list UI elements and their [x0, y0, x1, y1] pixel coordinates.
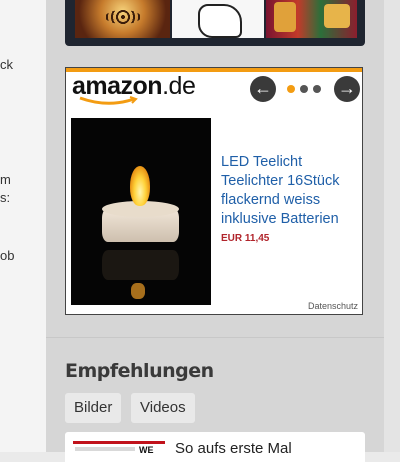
- privacy-link[interactable]: Datenschutz: [308, 301, 358, 311]
- main-content-edge: ck m s: ob: [0, 0, 47, 452]
- gallery-thumbnail[interactable]: [172, 0, 264, 38]
- amazon-logo-tld: .de: [162, 72, 196, 100]
- carousel-prev-button[interactable]: ←: [250, 76, 276, 102]
- carousel-next-button[interactable]: →: [334, 76, 360, 102]
- product-price: EUR 11,45: [221, 233, 270, 244]
- text-fragment: m: [0, 172, 11, 187]
- article-title[interactable]: So aufs erste Mal: [175, 440, 292, 457]
- amazon-smile-icon: [79, 96, 138, 105]
- product-title-link[interactable]: LED Teelicht Teelichter 16Stück flackern…: [221, 153, 361, 229]
- gallery-thumbnail[interactable]: [75, 0, 170, 38]
- product-image[interactable]: [71, 118, 211, 305]
- text-fragment: ck: [0, 57, 13, 72]
- article-thumbnail: WE: [73, 441, 165, 460]
- page-margin: [384, 0, 400, 452]
- text-fragment: s:: [0, 190, 11, 205]
- amazon-ad-widget: amazon.de ← → LED Teelicht Teelichter 16…: [65, 67, 363, 315]
- flame-icon: [130, 166, 150, 206]
- arrow-right-icon: →: [338, 78, 356, 98]
- arrow-left-icon: ←: [254, 78, 272, 98]
- carousel-dot[interactable]: [313, 85, 321, 93]
- tab-videos[interactable]: Videos: [131, 393, 195, 423]
- recommendations-heading: Empfehlungen: [65, 360, 214, 382]
- gallery-thumbnail[interactable]: [266, 0, 357, 38]
- section-divider: [46, 337, 384, 338]
- image-gallery-strip: [65, 0, 365, 46]
- carousel-dot[interactable]: [287, 85, 295, 93]
- text-fragment: ob: [0, 248, 15, 263]
- recommended-article[interactable]: WE So aufs erste Mal: [65, 432, 365, 462]
- carousel-dot[interactable]: [300, 85, 308, 93]
- tab-images[interactable]: Bilder: [65, 393, 122, 423]
- article-thumb-text: WE: [139, 445, 154, 455]
